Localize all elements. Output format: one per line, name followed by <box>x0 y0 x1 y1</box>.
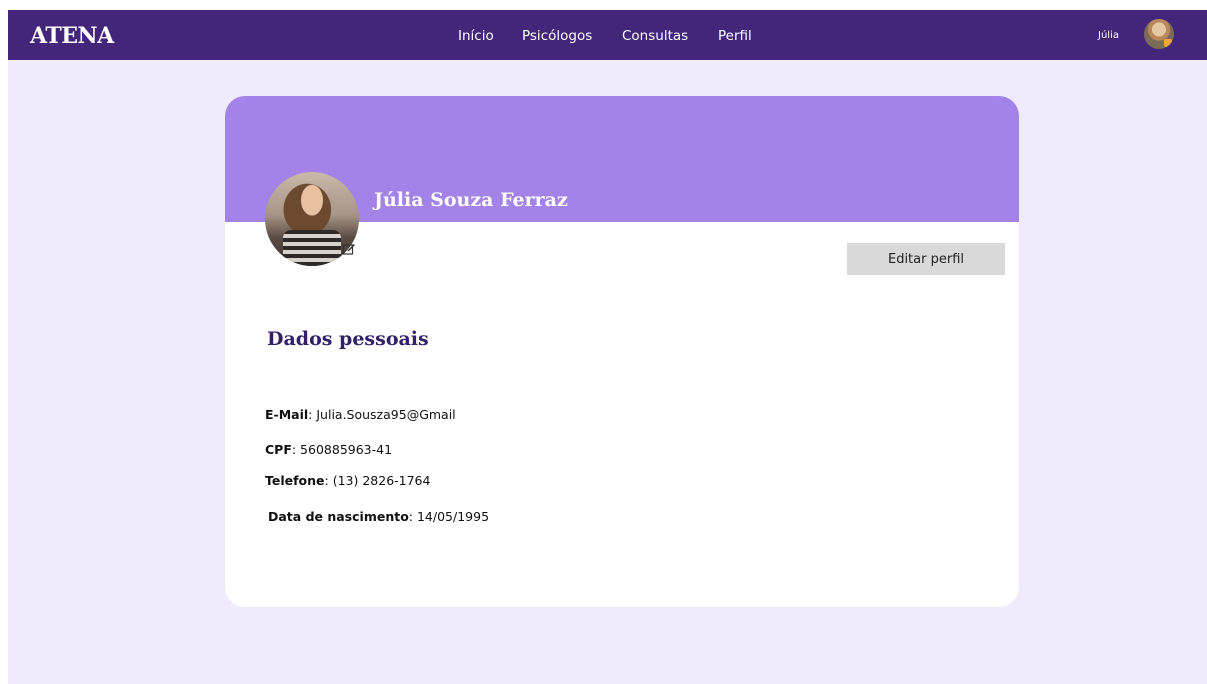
personal-data-heading: Dados pessoais <box>267 328 429 350</box>
top-navigation-bar: ATENA Início Psicólogos Consultas Perfil… <box>8 10 1207 60</box>
nav-item-psicologos[interactable]: Psicólogos <box>522 28 592 44</box>
field-telefone: Telefone: (13) 2826-1764 <box>265 473 430 488</box>
field-telefone-label: Telefone <box>265 473 325 488</box>
nav-item-inicio[interactable]: Início <box>458 28 494 44</box>
nav-item-perfil[interactable]: Perfil <box>718 28 752 44</box>
field-telefone-value: : (13) 2826-1764 <box>324 473 431 488</box>
field-cpf-value: : 560885963-41 <box>291 442 393 457</box>
brand-logo[interactable]: ATENA <box>30 23 114 49</box>
user-name-label: Júlia <box>1098 30 1119 41</box>
edit-icon[interactable] <box>342 242 356 256</box>
app-frame: ATENA Início Psicólogos Consultas Perfil… <box>8 10 1207 684</box>
notification-badge-icon <box>1164 39 1172 47</box>
field-data-nascimento: Data de nascimento: 14/05/1995 <box>268 509 489 524</box>
user-avatar[interactable] <box>1144 19 1174 49</box>
edit-profile-button[interactable]: Editar perfil <box>847 243 1005 275</box>
field-email-value: : Julia.Sousza95@Gmail <box>308 407 456 422</box>
profile-full-name: Júlia Souza Ferraz <box>374 189 568 211</box>
nav-item-consultas[interactable]: Consultas <box>622 28 688 44</box>
field-cpf: CPF: 560885963-41 <box>265 442 392 457</box>
profile-photo-detail <box>283 230 341 266</box>
profile-card: Júlia Souza Ferraz Editar perfil Dados p… <box>225 96 1019 607</box>
field-data-nascimento-value: : 14/05/1995 <box>408 509 490 524</box>
field-data-nascimento-label: Data de nascimento <box>268 509 409 524</box>
field-email-label: E-Mail <box>265 407 309 422</box>
field-cpf-label: CPF <box>265 442 292 457</box>
field-email: E-Mail: Julia.Sousza95@Gmail <box>265 407 456 422</box>
